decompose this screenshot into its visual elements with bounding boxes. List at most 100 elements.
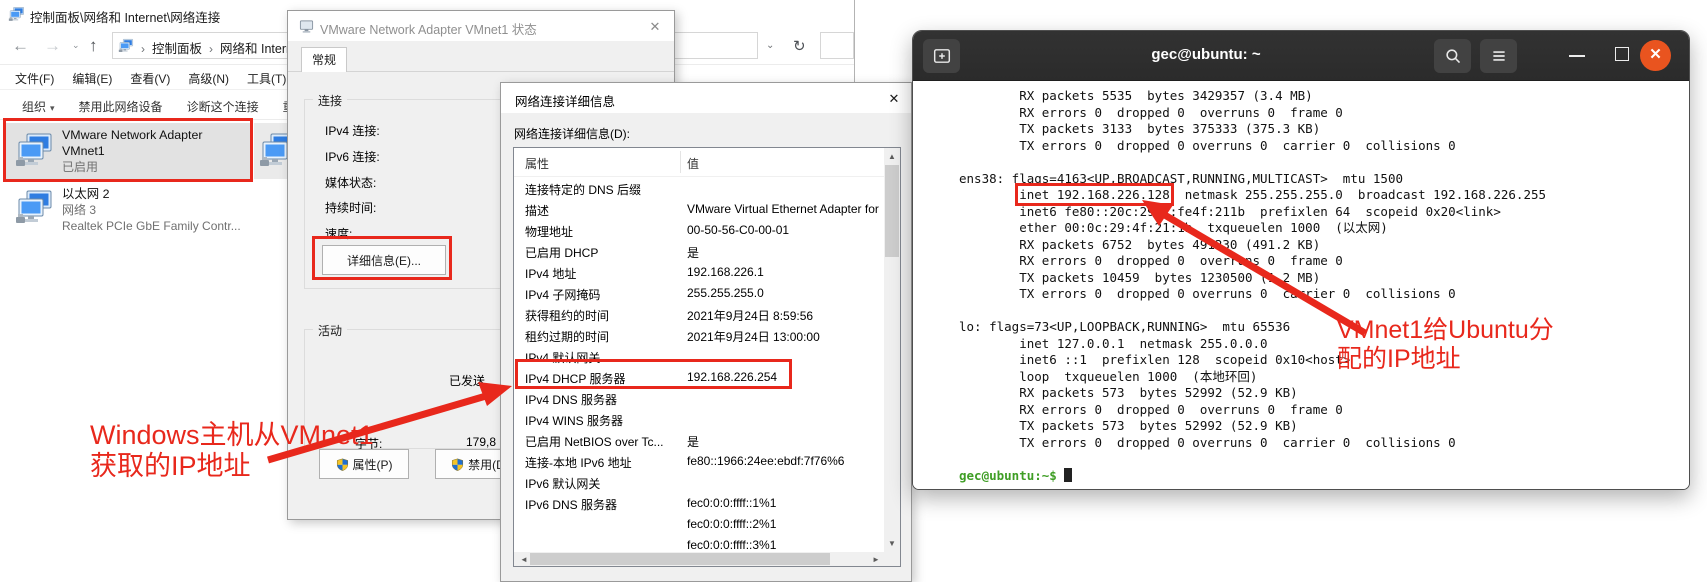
- table-row[interactable]: 连接-本地 IPv6 地址 fe80::1966:24ee:ebdf:7f76%6: [514, 451, 886, 472]
- horizontal-scrollbar[interactable]: ◄ ►: [514, 552, 886, 566]
- details-dialog-title: 网络连接详细信息: [515, 91, 615, 110]
- scrollbar-thumb[interactable]: [885, 165, 899, 257]
- terminal-headerbar: gec@ubuntu: ~ ✕: [913, 31, 1689, 81]
- menu-item[interactable]: 文件(F): [6, 65, 63, 92]
- value-cell: 2021年9月24日 8:59:56: [687, 307, 813, 324]
- highlighted-ip: inet 192.168.226.128: [1019, 187, 1170, 202]
- search-box[interactable]: [820, 32, 854, 59]
- up-arrow-icon[interactable]: ↑: [89, 36, 98, 56]
- property-cell: IPv4 地址: [525, 265, 576, 282]
- toolbar-item[interactable]: 组织▾: [10, 90, 67, 115]
- terminal-line: TX packets 10459 bytes 1230500 (1.2 MB): [959, 270, 1689, 287]
- terminal-line: RX errors 0 dropped 0 overruns 0 frame 0: [959, 105, 1689, 122]
- scroll-right-icon[interactable]: ►: [868, 555, 884, 564]
- back-arrow-icon[interactable]: ←: [12, 36, 29, 56]
- value-cell: 是: [687, 244, 699, 261]
- address-dropdown-icon[interactable]: ⌄: [766, 40, 774, 51]
- property-cell: 描述: [525, 202, 549, 219]
- terminal-line: RX packets 573 bytes 52992 (52.9 KB): [959, 385, 1689, 402]
- table-row[interactable]: IPv4 WINS 服务器: [514, 409, 886, 430]
- toolbar-item[interactable]: 诊断这个连接: [175, 90, 271, 115]
- menu-button[interactable]: [1480, 39, 1517, 73]
- table-row[interactable]: IPv6 DNS 服务器fec0:0:0:ffff::1%1: [514, 493, 886, 514]
- menu-item[interactable]: 高级(N): [179, 65, 238, 92]
- close-button[interactable]: ✕: [1640, 40, 1671, 71]
- breadcrumb-chevron-icon: ›: [207, 42, 215, 56]
- breadcrumb-chevron-icon: ›: [139, 42, 147, 56]
- new-tab-icon: [933, 47, 951, 65]
- details-button[interactable]: 详细信息(E)...: [322, 245, 446, 275]
- table-row[interactable]: IPv4 默认网关: [514, 346, 886, 367]
- table-row[interactable]: fec0:0:0:ffff::2%1: [514, 514, 886, 535]
- search-button[interactable]: [1434, 39, 1471, 73]
- column-value[interactable]: 值: [687, 155, 699, 172]
- table-row[interactable]: IPv4 地址192.168.226.1: [514, 262, 886, 283]
- terminal-line: TX packets 573 bytes 52992 (52.9 KB): [959, 418, 1689, 435]
- status-dialog-titlebar: VMware Network Adapter VMnet1 状态 ✕: [288, 11, 674, 41]
- table-row[interactable]: 租约过期的时间2021年9月24日 13:00:00: [514, 325, 886, 346]
- history-chevron-icon[interactable]: ⌄: [72, 40, 80, 51]
- minimize-button[interactable]: [1569, 55, 1585, 57]
- header-underline: [514, 176, 886, 177]
- table-row[interactable]: IPv4 子网掩码255.255.255.0: [514, 283, 886, 304]
- terminal-line: TX packets 3133 bytes 375333 (375.3 KB): [959, 121, 1689, 138]
- refresh-icon[interactable]: ↻: [793, 37, 806, 55]
- table-row[interactable]: 已启用 DHCP是: [514, 241, 886, 262]
- adapter-item-ethernet2[interactable]: 以太网 2 网络 3 Realtek PCIe GbE Family Contr…: [6, 182, 250, 242]
- adapter-item-vmnet1[interactable]: VMware Network Adapter VMnet1 已启用: [6, 123, 250, 179]
- terminal-line: TX errors 0 dropped 0 overruns 0 carrier…: [959, 138, 1689, 155]
- menu-item[interactable]: 编辑(E): [63, 65, 121, 92]
- network-connections-icon: [8, 6, 25, 23]
- property-cell: IPv6 DNS 服务器: [525, 496, 617, 513]
- table-row[interactable]: 描述VMware Virtual Ethernet Adapter for: [514, 199, 886, 220]
- close-icon[interactable]: ✕: [885, 90, 903, 108]
- property-cell: 连接-本地 IPv6 地址: [525, 454, 632, 471]
- table-row[interactable]: IPv6 默认网关: [514, 472, 886, 493]
- terminal-line: gec@ubuntu:~$: [959, 468, 1689, 485]
- terminal-line: lo: flags=73<UP,LOOPBACK,RUNNING> mtu 65…: [959, 319, 1689, 336]
- menu-item[interactable]: 查看(V): [121, 65, 179, 92]
- property-cell: IPv4 DHCP 服务器: [525, 370, 625, 387]
- terminal-window: gec@ubuntu: ~ ✕ RX packets 5535 bytes 34…: [912, 30, 1690, 490]
- vertical-scrollbar[interactable]: ▲ ▼: [884, 148, 900, 566]
- value-cell: fe80::1966:24ee:ebdf:7f76%6: [687, 454, 844, 468]
- terminal-line: inet 192.168.226.128 netmask 255.255.255…: [959, 187, 1689, 204]
- property-cell: 物理地址: [525, 223, 573, 240]
- maximize-button[interactable]: [1615, 47, 1629, 61]
- tab-general[interactable]: 常规: [301, 47, 347, 72]
- scrollbar-thumb[interactable]: [530, 553, 830, 565]
- terminal-line: [959, 303, 1689, 320]
- scroll-down-icon[interactable]: ▼: [884, 539, 900, 548]
- table-row[interactable]: 连接特定的 DNS 后缀: [514, 178, 886, 199]
- forward-arrow-icon[interactable]: →: [44, 36, 61, 56]
- terminal-line: ens38: flags=4163<UP,BROADCAST,RUNNING,M…: [959, 171, 1689, 188]
- bytes-sent-value: 179,8: [466, 435, 496, 449]
- breadcrumb: ›控制面板›网络和 Internet: [139, 38, 308, 58]
- table-row[interactable]: IPv4 DHCP 服务器 192.168.226.254: [514, 367, 886, 388]
- close-icon[interactable]: ✕: [646, 18, 664, 36]
- terminal-body[interactable]: RX packets 5535 bytes 3429357 (3.4 MB) R…: [913, 81, 1689, 489]
- terminal-cursor: [1064, 468, 1072, 482]
- table-row[interactable]: 获得租约的时间2021年9月24日 8:59:56: [514, 304, 886, 325]
- uac-shield-icon: [336, 458, 349, 471]
- status-dialog-title: VMware Network Adapter VMnet1 状态: [320, 19, 537, 38]
- details-rows: 连接特定的 DNS 后缀描述VMware Virtual Ethernet Ad…: [514, 178, 886, 556]
- table-row[interactable]: IPv4 DNS 服务器: [514, 388, 886, 409]
- table-row[interactable]: 已启用 NetBIOS over Tc...是: [514, 430, 886, 451]
- value-cell: 192.168.226.254: [687, 370, 777, 384]
- connection-fields: IPv4 连接:IPv6 连接:媒体状态:持续时间:速度:: [325, 122, 380, 251]
- column-property[interactable]: 属性: [525, 155, 549, 172]
- terminal-line: inet 127.0.0.1 netmask 255.0.0.0: [959, 336, 1689, 353]
- scroll-up-icon[interactable]: ▲: [884, 152, 900, 161]
- new-tab-button[interactable]: [923, 39, 960, 73]
- properties-button[interactable]: 属性(P): [319, 449, 409, 479]
- column-divider: [680, 151, 681, 173]
- breadcrumb-item[interactable]: 控制面板: [147, 42, 207, 56]
- connection-details-dialog: 网络连接详细信息 ✕ 网络连接详细信息(D): 属性 值 连接特定的 DNS 后…: [500, 82, 912, 582]
- table-row[interactable]: 物理地址00-50-56-C0-00-01: [514, 220, 886, 241]
- sent-column-label: 已发送: [449, 372, 485, 389]
- adapter-name-2: VMnet1: [62, 143, 202, 159]
- listview-header: 属性 值: [514, 148, 886, 176]
- toolbar-item[interactable]: 禁用此网络设备: [67, 90, 175, 115]
- adapter-icon: [14, 131, 54, 171]
